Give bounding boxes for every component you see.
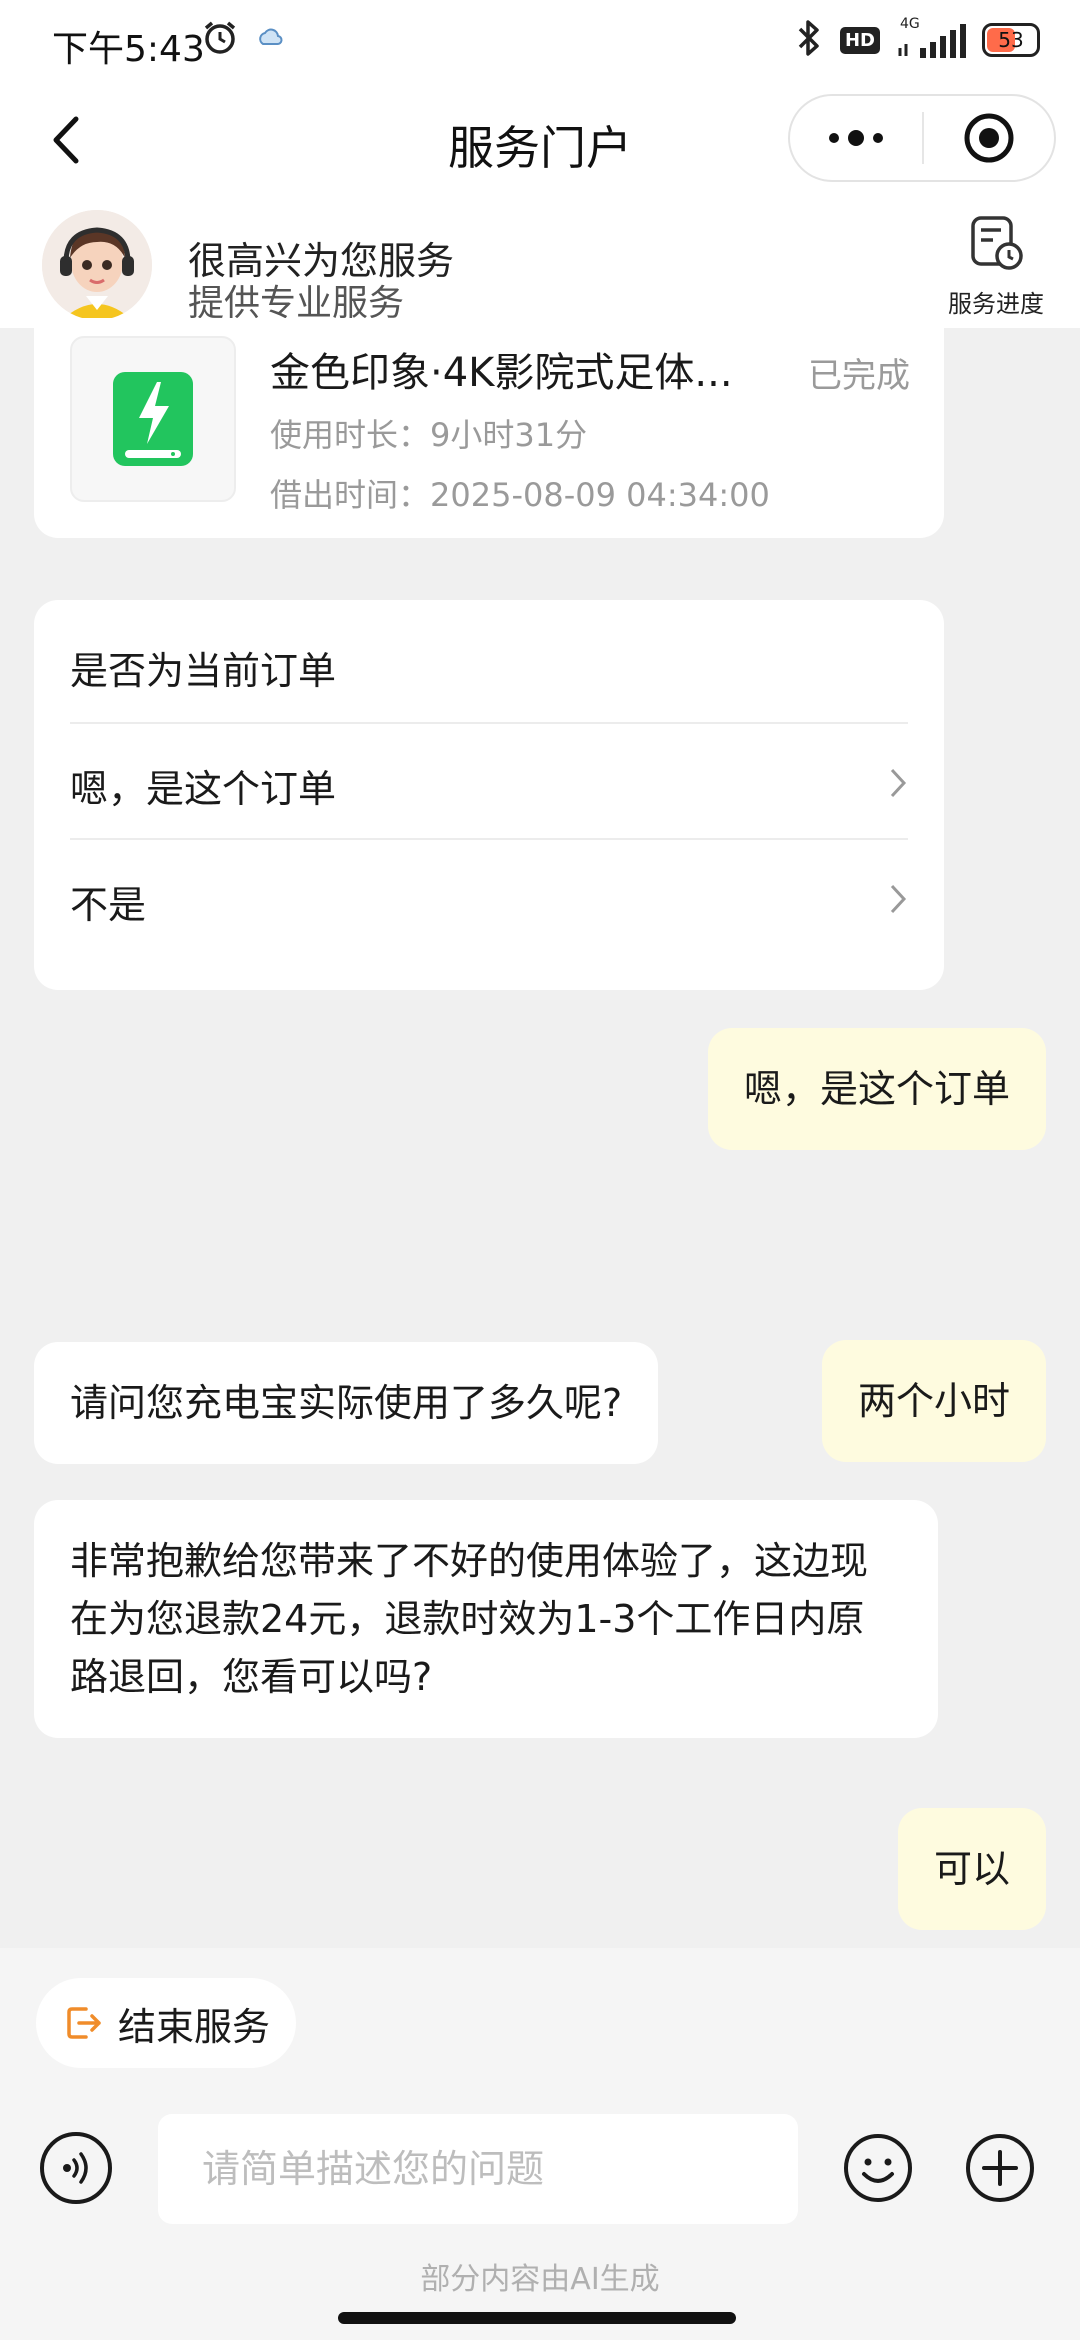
- order-thumbnail: [70, 336, 236, 502]
- hd-badge: HD: [839, 26, 880, 54]
- battery-indicator: 53: [982, 23, 1040, 57]
- voice-icon: [63, 2152, 88, 2184]
- option-not-this-order[interactable]: 不是: [70, 838, 908, 954]
- close-miniapp-button[interactable]: [924, 96, 1054, 180]
- agent-header: 很高兴为您服务 提供专业服务 服务进度: [0, 192, 1080, 328]
- power-bank-icon: [113, 372, 193, 466]
- order-duration: 使用时长：9小时31分: [270, 416, 588, 454]
- bluetooth-icon: [794, 18, 824, 62]
- home-indicator[interactable]: [338, 2312, 736, 2324]
- emoji-icon: [844, 2134, 912, 2202]
- user-message: 可以: [897, 1808, 1046, 1930]
- status-time: 下午5:43: [52, 29, 205, 70]
- input-row: [0, 2114, 1080, 2230]
- miniapp-capsule: [788, 94, 1056, 182]
- bot-message: 请问您充电宝实际使用了多久呢?: [34, 1342, 659, 1464]
- weather-icon: [256, 24, 284, 56]
- nav-bar: 服务门户: [0, 86, 1080, 192]
- more-button[interactable]: [790, 96, 922, 180]
- service-progress-label: 服务进度: [948, 290, 1044, 318]
- order-borrow-time: 借出时间：2025-08-09 04:34:00: [270, 476, 770, 514]
- service-progress-button[interactable]: 服务进度: [926, 214, 1066, 319]
- signal-icon: 4G: [896, 16, 966, 60]
- battery-level: 53: [998, 28, 1024, 52]
- chevron-right-icon: [890, 884, 907, 914]
- chat-area: 金色印象·4K影院式足体... 已完成 使用时长：9小时31分 借出时间：202…: [0, 318, 1080, 1948]
- emoji-button[interactable]: [842, 2132, 914, 2204]
- user-message: 两个小时: [821, 1340, 1046, 1462]
- exit-icon: [67, 2007, 101, 2039]
- order-confirm-card: 是否为当前订单 嗯，是这个订单 不是: [34, 600, 944, 990]
- close-circle-icon: [964, 113, 1014, 163]
- order-status: 已完成: [808, 356, 910, 396]
- question-title: 是否为当前订单: [70, 649, 337, 693]
- voice-input-button[interactable]: [40, 2132, 112, 2204]
- bot-message: 非常抱歉给您带来了不好的使用体验了，这边现在为您退款24元，退款时效为1-3个工…: [34, 1500, 938, 1738]
- service-progress-icon: [971, 216, 1023, 270]
- plus-circle-icon: [966, 2134, 1034, 2202]
- order-card[interactable]: 金色印象·4K影院式足体... 已完成 使用时长：9小时31分 借出时间：202…: [34, 318, 944, 538]
- service-portal-screen: 下午5:43 HD 4G 53 服务门户 很高兴为您服务 提供专业服务 服务进度…: [0, 0, 1080, 2340]
- bottom-panel: 结束服务 部分内容由AI生成: [0, 1948, 1080, 2340]
- option-yes-this-order[interactable]: 嗯，是这个订单: [70, 722, 908, 838]
- more-dots-icon: [829, 130, 883, 146]
- end-service-button[interactable]: 结束服务: [36, 1978, 297, 2068]
- more-actions-button[interactable]: [964, 2132, 1036, 2204]
- chevron-right-icon: [890, 768, 907, 798]
- alarm-icon: [202, 20, 238, 60]
- message-input[interactable]: [158, 2114, 798, 2224]
- user-message: 嗯，是这个订单: [707, 1028, 1046, 1150]
- order-name: 金色印象·4K影院式足体...: [270, 350, 733, 396]
- ai-disclaimer: 部分内容由AI生成: [420, 2262, 660, 2297]
- avatar: [42, 210, 152, 320]
- status-bar: 下午5:43 HD 4G 53: [0, 0, 1080, 86]
